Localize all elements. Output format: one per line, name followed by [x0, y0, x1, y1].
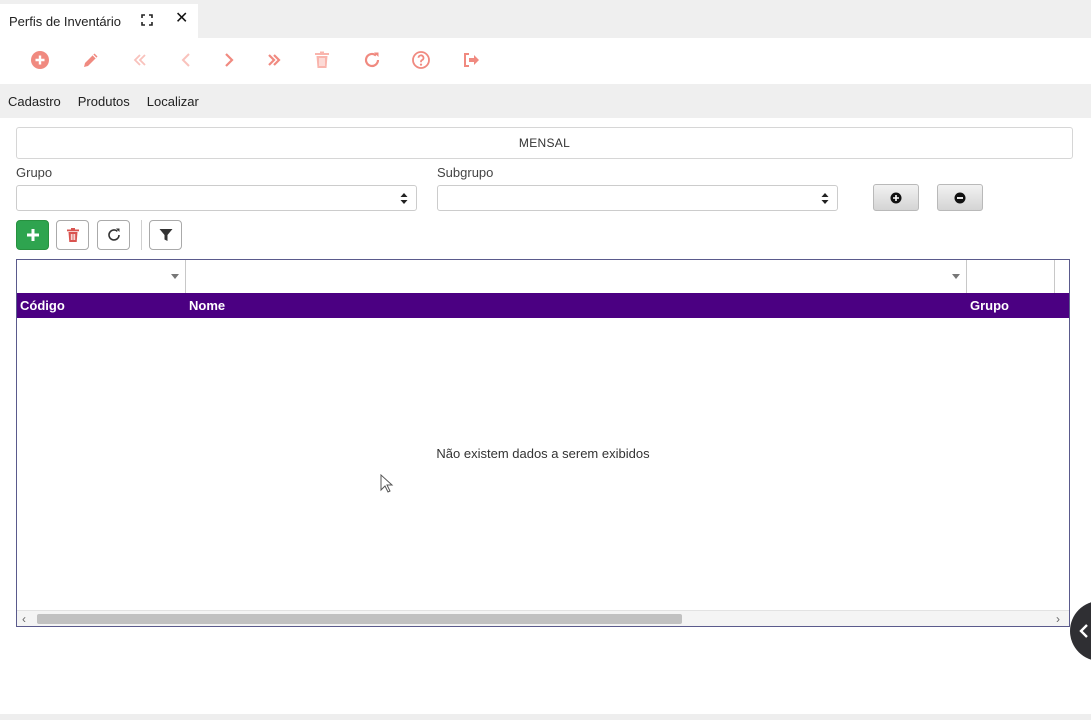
- plus-circle-icon: [890, 192, 902, 203]
- refresh-icon: [364, 52, 380, 68]
- previous-record-button[interactable]: [174, 48, 198, 72]
- scroll-right-icon[interactable]: ›: [1056, 612, 1060, 626]
- exit-button[interactable]: [459, 48, 483, 72]
- subgrupo-label: Subgrupo: [437, 165, 494, 180]
- grid-filter-button[interactable]: [149, 220, 182, 250]
- scroll-left-icon[interactable]: ‹: [22, 612, 26, 626]
- double-chevron-right-icon: [268, 54, 281, 66]
- plus-icon: [26, 229, 39, 241]
- exit-icon: [464, 53, 479, 67]
- horizontal-scrollbar[interactable]: ‹ ›: [17, 610, 1069, 626]
- tab-title: Perfis de Inventário: [9, 13, 122, 29]
- toolbar: [0, 38, 1091, 84]
- remove-filter-button[interactable]: [937, 184, 983, 211]
- grid-refresh-button[interactable]: [97, 220, 130, 250]
- chevron-left-icon: [1079, 624, 1088, 638]
- refresh-button[interactable]: [360, 48, 384, 72]
- grid-delete-button[interactable]: [56, 220, 89, 250]
- tab-perfis-inventario[interactable]: Perfis de Inventário ✕: [0, 4, 198, 38]
- delete-button[interactable]: [310, 48, 334, 72]
- filter-nome[interactable]: [186, 260, 967, 293]
- column-header-grupo[interactable]: Grupo: [967, 293, 1067, 318]
- chevron-left-icon: [181, 53, 190, 67]
- next-record-button[interactable]: [217, 48, 241, 72]
- grid-add-button[interactable]: [16, 220, 49, 250]
- edit-button[interactable]: [79, 48, 103, 72]
- empty-message: Não existem dados a serem exibidos: [436, 446, 650, 461]
- last-record-button[interactable]: [262, 48, 286, 72]
- filter-codigo[interactable]: [17, 260, 186, 293]
- close-icon[interactable]: ✕: [175, 10, 188, 28]
- refresh-icon: [107, 228, 120, 241]
- filter-icon: [159, 229, 172, 241]
- filter-grupo[interactable]: [967, 260, 1055, 293]
- caret-down-icon: [952, 274, 960, 279]
- add-circle-icon: [31, 51, 49, 69]
- expand-icon[interactable]: [141, 14, 153, 26]
- grid-filter-row: [17, 260, 1069, 293]
- caret-down-icon: [171, 274, 179, 279]
- sort-arrows-icon: [400, 193, 408, 204]
- grid-header-row: Código Nome Grupo: [17, 293, 1069, 318]
- menu-item-produtos[interactable]: Produtos: [78, 94, 130, 109]
- bottom-border: [0, 714, 1091, 720]
- data-grid: Código Nome Grupo Não existem dados a se…: [16, 259, 1070, 627]
- grupo-select[interactable]: [16, 185, 417, 211]
- scrollbar-thumb[interactable]: [37, 614, 682, 624]
- menu-item-localizar[interactable]: Localizar: [147, 94, 199, 109]
- trash-icon: [315, 51, 329, 68]
- add-filter-button[interactable]: [873, 184, 919, 211]
- add-button[interactable]: [28, 48, 52, 72]
- sort-arrows-icon: [821, 193, 829, 204]
- double-chevron-left-icon: [133, 54, 146, 66]
- help-button[interactable]: [409, 48, 433, 72]
- pencil-icon: [84, 53, 98, 67]
- grupo-label: Grupo: [16, 165, 53, 180]
- subgrupo-select[interactable]: [437, 185, 838, 211]
- first-record-button[interactable]: [128, 48, 152, 72]
- side-panel-toggle[interactable]: [1070, 601, 1091, 661]
- help-icon: [412, 51, 430, 69]
- trash-icon: [66, 228, 79, 242]
- menu-bar: Cadastro Produtos Localizar: [0, 84, 1091, 118]
- column-header-nome[interactable]: Nome: [186, 293, 967, 318]
- mouse-cursor-icon: [380, 474, 394, 493]
- chevron-right-icon: [225, 53, 234, 67]
- tab-strip: Perfis de Inventário ✕: [0, 0, 1091, 38]
- profile-name-field[interactable]: MENSAL: [16, 127, 1073, 159]
- column-header-codigo[interactable]: Código: [17, 293, 186, 318]
- minus-circle-icon: [954, 192, 966, 203]
- menu-item-cadastro[interactable]: Cadastro: [8, 94, 61, 109]
- toolbar-divider: [141, 220, 142, 250]
